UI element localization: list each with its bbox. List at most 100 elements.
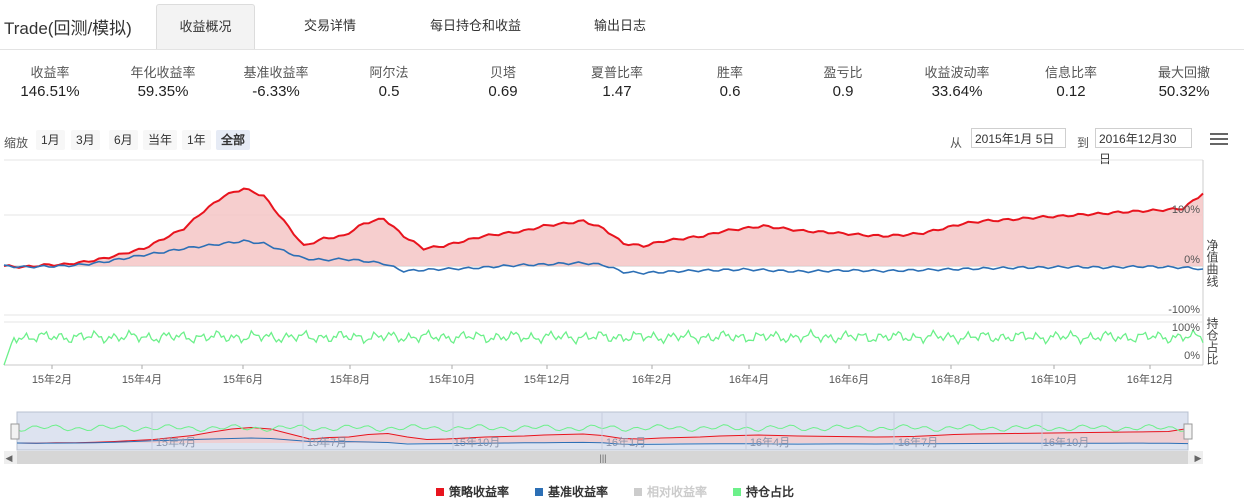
range-from-input[interactable]: 2015年1月 5日 — [971, 128, 1066, 148]
metric-label: 夏普比率 — [590, 65, 643, 80]
x-tick-label: 16年2月 — [632, 372, 672, 386]
app-title: Trade(回测/模拟) — [4, 19, 132, 38]
y-tick-0: 0% — [1184, 254, 1200, 266]
tab-daily-positions[interactable]: 每日持仓和收益 — [418, 4, 533, 48]
range-to-label: 到 — [1077, 136, 1090, 150]
metric-value: 0.9 — [832, 83, 854, 100]
metric-value: 59.35% — [137, 83, 189, 100]
legend-label: 持仓占比 — [746, 485, 795, 499]
zoom-label: 缩放 — [4, 136, 29, 150]
backtest-chart: 100% 0% -100% 净值曲线 100% 0% 持仓占比 15年2月 15年… — [3, 159, 1219, 464]
zoom-1y-button[interactable]: 1年 — [182, 130, 211, 150]
metric-annual-return: 年化收益率 59.35% — [108, 64, 218, 102]
x-tick-label: 16年10月 — [1031, 372, 1077, 386]
x-tick-label: 15年2月 — [32, 372, 72, 386]
x-tick-label: 15年12月 — [524, 372, 570, 386]
metric-value: 1.47 — [602, 83, 632, 100]
x-tick-label: 15年10月 — [429, 372, 475, 386]
metric-label: 胜率 — [716, 65, 743, 80]
navigator-tick-label: 15年10月 — [454, 435, 500, 449]
upper-axis-label: 净值曲线 — [1205, 239, 1219, 287]
scroll-grip-icon[interactable]: ||| — [599, 453, 606, 463]
metric-label: 阿尔法 — [369, 65, 409, 80]
x-tick-label: 15年4月 — [122, 372, 162, 386]
lower-series-group — [3, 328, 1204, 366]
metric-value: 146.51% — [20, 83, 80, 100]
metric-value: 0.69 — [488, 83, 518, 100]
metric-value: 50.32% — [1158, 83, 1210, 100]
chart-legend: 策略收益率 基准收益率 相对收益率 持仓占比 — [0, 481, 1244, 499]
y-tick-lower-0: 0% — [1184, 350, 1200, 362]
legend-label: 相对收益率 — [647, 485, 708, 499]
y-tick-minus100: -100% — [1168, 304, 1200, 316]
y-tick-lower-100: 100% — [1172, 322, 1200, 334]
zoom-1m-button[interactable]: 1月 — [36, 130, 65, 150]
x-axis-ticks: 15年2月 15年4月 15年6月 15年8月 15年10月 15年12月 16年2月 16年… — [32, 365, 1173, 386]
legend-label: 基准收益率 — [548, 485, 609, 499]
tab-output-log[interactable]: 输出日志 — [580, 4, 660, 48]
navigator-right-handle[interactable] — [1183, 423, 1193, 440]
legend-position[interactable]: 持仓占比 — [733, 483, 794, 500]
metric-beta: 贝塔 0.69 — [448, 64, 558, 102]
tab-trade-details[interactable]: 交易详情 — [290, 4, 370, 48]
metric-max-drawdown: 最大回撤 50.32% — [1129, 64, 1239, 102]
metric-label: 贝塔 — [489, 65, 516, 80]
scroll-left-arrow-icon[interactable]: ◀ — [6, 453, 13, 463]
zoom-3m-button[interactable]: 3月 — [71, 130, 100, 150]
scroll-right-arrow-icon[interactable]: ▶ — [1195, 453, 1202, 463]
metric-label: 收益率 — [30, 65, 70, 80]
metric-label: 盈亏比 — [823, 65, 863, 80]
metrics-row: 收益率 146.51% 年化收益率 59.35% 基准收益率 -6.33% 阿尔… — [0, 64, 1244, 108]
metric-value: 0.12 — [1056, 83, 1086, 100]
navigator-tick-label: 16年7月 — [898, 435, 938, 449]
legend-strategy[interactable]: 策略收益率 — [436, 483, 509, 500]
x-tick-label: 16年4月 — [729, 372, 769, 386]
legend-label: 策略收益率 — [449, 485, 510, 499]
metric-label: 最大回撤 — [1157, 65, 1210, 80]
navigator-tick-label: 16年10月 — [1043, 435, 1089, 449]
legend-swatch — [436, 488, 444, 496]
navigator-tick-label: 16年4月 — [750, 435, 790, 449]
navigator-left-handle[interactable] — [10, 423, 20, 440]
tab-overview[interactable]: 收益概况 — [156, 4, 255, 49]
legend-relative[interactable]: 相对收益率 — [634, 483, 707, 500]
hamburger-menu-icon[interactable] — [1210, 133, 1228, 149]
range-to-input[interactable]: 2016年12月30日 — [1095, 128, 1192, 166]
legend-swatch — [733, 488, 741, 496]
position-ratio-line — [3, 328, 1204, 366]
metric-win-rate: 胜率 0.6 — [675, 64, 785, 102]
legend-swatch — [634, 488, 642, 496]
upper-series-group — [3, 187, 1204, 275]
metric-label: 信息比率 — [1044, 65, 1097, 80]
zoom-toolbar: 缩放 1月 3月 6月 当年 1年 全部 从 2015年1月 5日 到 2016… — [0, 128, 1244, 166]
metric-value: 0.5 — [378, 83, 400, 100]
metric-sharpe: 夏普比率 1.47 — [562, 64, 672, 102]
x-tick-label: 15年8月 — [330, 372, 370, 386]
metric-return: 收益率 146.51% — [0, 64, 105, 102]
legend-swatch — [535, 488, 543, 496]
metric-label: 收益波动率 — [924, 65, 990, 80]
x-tick-label: 16年12月 — [1127, 372, 1173, 386]
metric-value: 0.6 — [719, 83, 741, 100]
y-tick-100: 100% — [1172, 204, 1200, 216]
metric-volatility: 收益波动率 33.64% — [902, 64, 1012, 102]
x-tick-label: 16年8月 — [931, 372, 971, 386]
metric-benchmark-return: 基准收益率 -6.33% — [221, 64, 331, 102]
metric-profit-loss-ratio: 盈亏比 0.9 — [788, 64, 898, 102]
metric-label: 年化收益率 — [130, 65, 196, 80]
zoom-6m-button[interactable]: 6月 — [109, 130, 138, 150]
metric-value: 33.64% — [931, 83, 983, 100]
navigator-tick-label: 15年7月 — [307, 435, 347, 449]
metric-label: 基准收益率 — [243, 65, 309, 80]
x-tick-label: 16年6月 — [829, 372, 869, 386]
zoom-ytd-button[interactable]: 当年 — [143, 130, 178, 150]
x-tick-label: 15年6月 — [223, 372, 263, 386]
top-nav: Trade(回测/模拟) 收益概况 交易详情 每日持仓和收益 输出日志 — [0, 0, 1244, 50]
navigator-tick-label: 16年1月 — [606, 435, 646, 449]
metric-information-ratio: 信息比率 0.12 — [1016, 64, 1126, 102]
zoom-all-button[interactable]: 全部 — [216, 130, 251, 150]
range-from-label: 从 — [950, 136, 963, 150]
lower-axis-label: 持仓占比 — [1205, 316, 1219, 366]
legend-benchmark[interactable]: 基准收益率 — [535, 483, 608, 500]
metric-alpha: 阿尔法 0.5 — [334, 64, 444, 102]
